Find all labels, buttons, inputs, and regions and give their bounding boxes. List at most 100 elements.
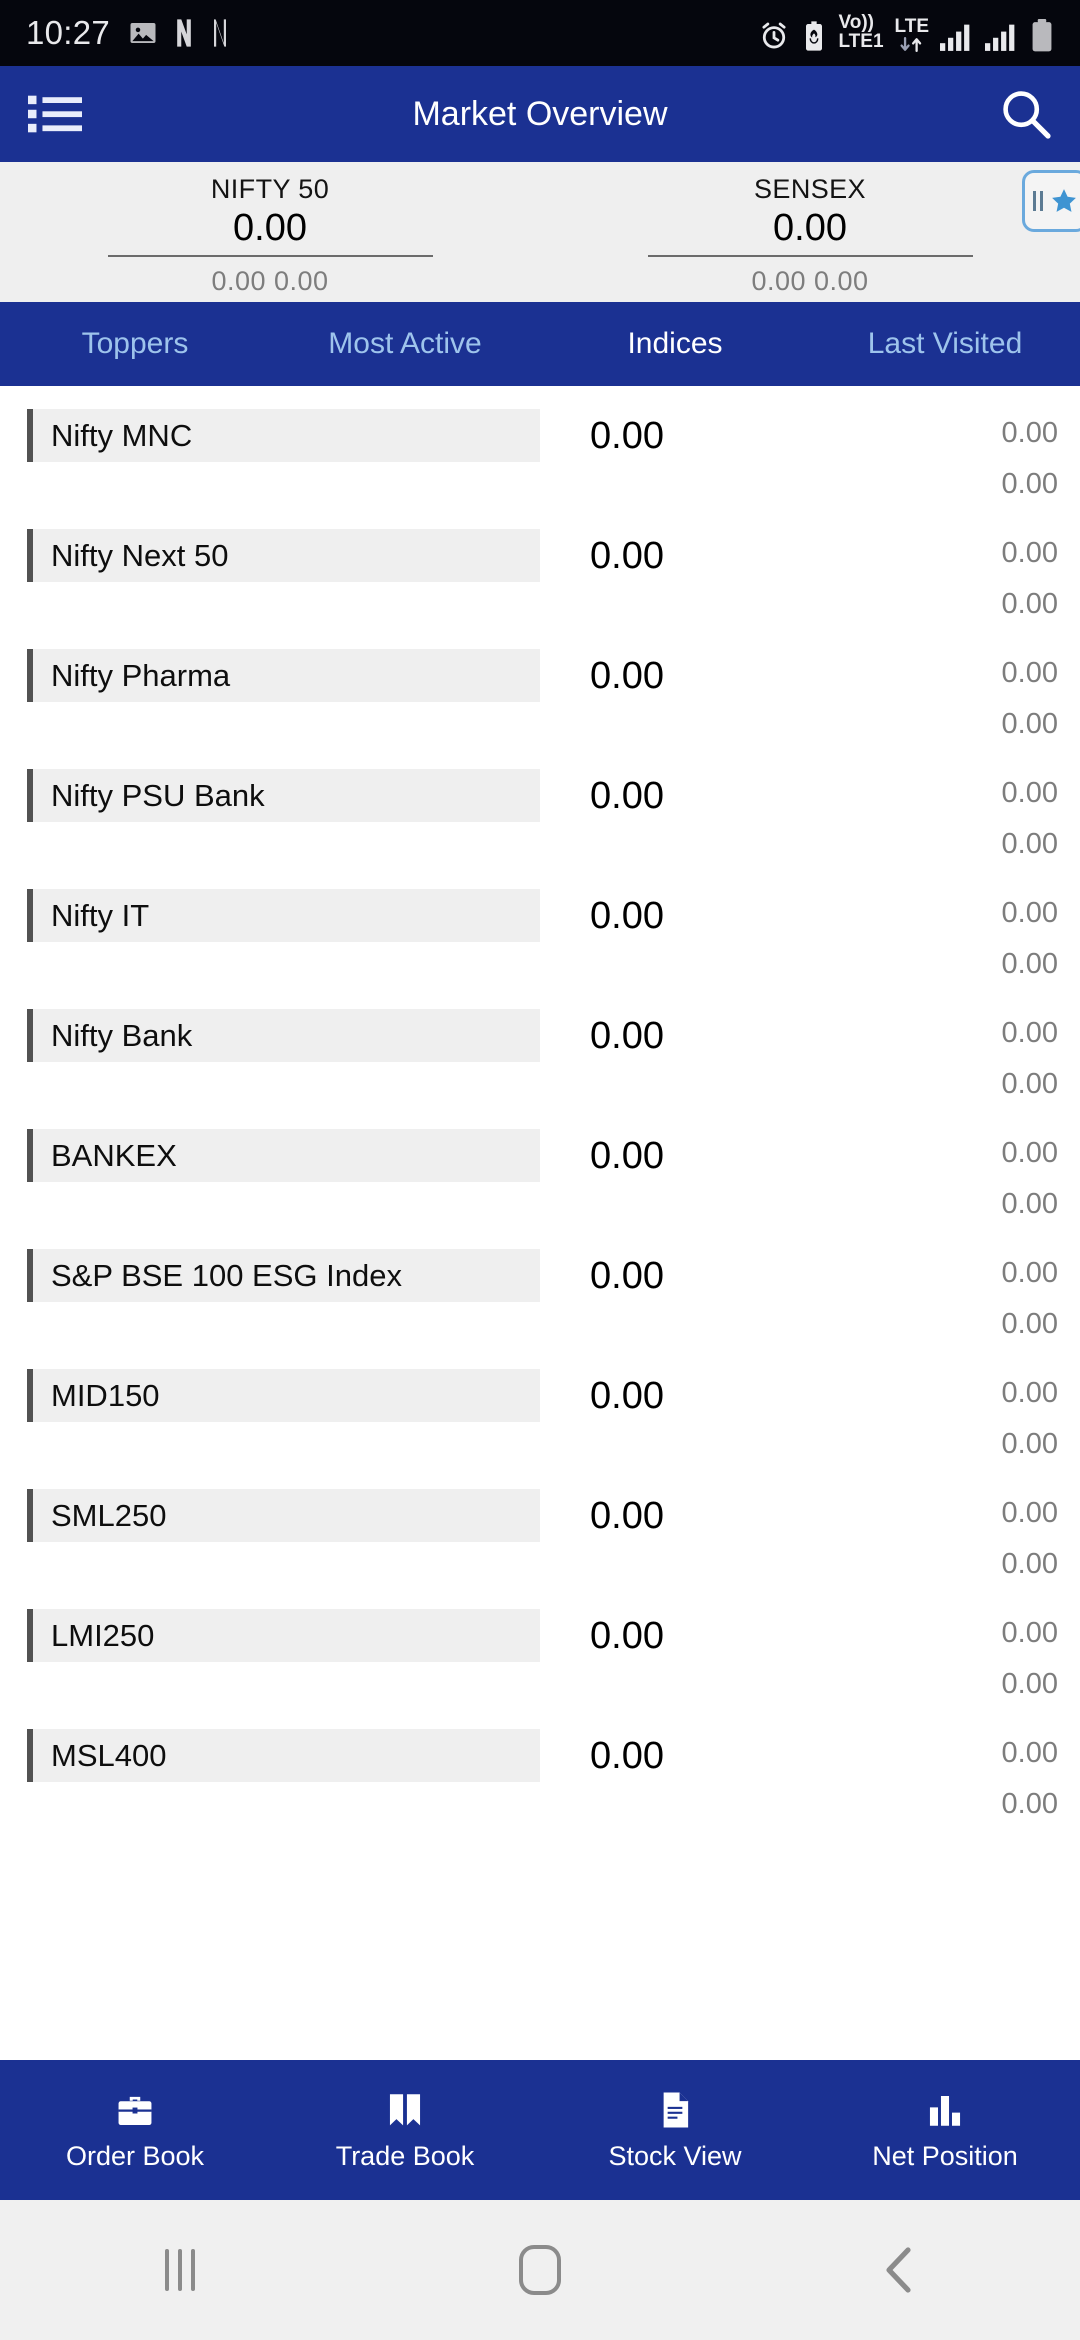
row-ltp: 0.00 <box>590 1735 664 1777</box>
table-row[interactable]: Nifty Bank 0.00 0.00 0.00 <box>0 1009 1080 1129</box>
index-label: LMI250 <box>51 1617 155 1653</box>
row-ltp: 0.00 <box>590 535 664 577</box>
index-label: Nifty Next 50 <box>51 537 229 573</box>
pause-icon <box>1032 191 1043 211</box>
signal-sim1-icon <box>940 22 974 52</box>
bottom-nav-stock-view[interactable]: Stock View <box>540 2089 810 2172</box>
row-change-abs: 0.00 <box>1001 1257 1058 1289</box>
row-change-pct: 0.00 <box>1001 708 1058 740</box>
index-label: BANKEX <box>51 1137 177 1173</box>
index-name: SENSEX <box>754 174 866 204</box>
status-bar-system-icons: Vo)) LTE1 LTE <box>758 14 1054 52</box>
table-row[interactable]: MSL400 0.00 0.00 0.00 <box>0 1729 1080 1849</box>
table-row[interactable]: SML250 0.00 0.00 0.00 <box>0 1489 1080 1609</box>
tab-bar: Toppers Most Active Indices Last Visited <box>0 302 1080 386</box>
table-row[interactable]: MID150 0.00 0.00 0.00 <box>0 1369 1080 1489</box>
home-button[interactable] <box>360 2245 720 2295</box>
row-name-pill: Nifty IT <box>27 889 540 942</box>
search-button[interactable] <box>1000 88 1052 140</box>
row-change-pct: 0.00 <box>1001 1548 1058 1580</box>
table-row[interactable]: Nifty MNC 0.00 0.00 0.00 <box>0 409 1080 529</box>
status-bar-notification-icons <box>128 18 230 48</box>
row-name-pill: MSL400 <box>27 1729 540 1782</box>
row-change-abs: 0.00 <box>1001 777 1058 809</box>
row-change-abs: 0.00 <box>1001 897 1058 929</box>
volte-bottom-label: LTE1 <box>838 31 884 52</box>
bottom-nav-label: Trade Book <box>335 2140 475 2171</box>
index-label: Nifty Pharma <box>51 657 231 693</box>
row-change-pct: 0.00 <box>1001 828 1058 860</box>
row-change-group: 0.00 0.00 <box>770 409 1080 511</box>
index-label: Nifty IT <box>51 897 150 933</box>
index-label: S&P BSE 100 ESG Index <box>51 1257 402 1293</box>
index-card-sensex[interactable]: SENSEX 0.00 0.00 0.00 <box>540 174 1080 302</box>
row-change-group: 0.00 0.00 <box>770 1489 1080 1591</box>
back-button[interactable] <box>720 2247 1080 2293</box>
tab-last-visited[interactable]: Last Visited <box>810 327 1080 361</box>
list-menu-icon <box>28 91 82 137</box>
row-change-pct: 0.00 <box>1001 1788 1058 1820</box>
table-row[interactable]: S&P BSE 100 ESG Index 0.00 0.00 0.00 <box>0 1249 1080 1369</box>
tab-toppers[interactable]: Toppers <box>0 327 270 361</box>
table-row[interactable]: Nifty Next 50 0.00 0.00 0.00 <box>0 529 1080 649</box>
bar-chart-icon <box>924 2089 966 2131</box>
row-change-group: 0.00 0.00 <box>770 1129 1080 1231</box>
star-icon <box>1050 187 1078 215</box>
row-change-group: 0.00 0.00 <box>770 889 1080 991</box>
row-change-pct: 0.00 <box>1001 1668 1058 1700</box>
row-change-abs: 0.00 <box>1001 1377 1058 1409</box>
bottom-nav-net-position[interactable]: Net Position <box>810 2089 1080 2172</box>
index-card-nifty50[interactable]: NIFTY 50 0.00 0.00 0.00 <box>0 174 540 302</box>
row-name-pill: Nifty Next 50 <box>27 529 540 582</box>
table-row[interactable]: LMI250 0.00 0.00 0.00 <box>0 1609 1080 1729</box>
app-bar: Market Overview <box>0 66 1080 162</box>
index-value: 0.00 <box>773 207 847 249</box>
back-icon <box>883 2247 917 2293</box>
lte-data-icon: LTE <box>895 17 929 52</box>
index-label: SML250 <box>51 1497 167 1533</box>
row-ltp: 0.00 <box>590 1135 664 1177</box>
table-row[interactable]: Nifty PSU Bank 0.00 0.00 0.00 <box>0 769 1080 889</box>
row-change-abs: 0.00 <box>1001 1017 1058 1049</box>
index-label: MID150 <box>51 1377 160 1413</box>
index-divider <box>107 255 433 257</box>
row-change-abs: 0.00 <box>1001 1497 1058 1529</box>
table-row[interactable]: Nifty Pharma 0.00 0.00 0.00 <box>0 649 1080 769</box>
favourites-toggle-button[interactable] <box>1022 170 1080 232</box>
row-change-group: 0.00 0.00 <box>770 1369 1080 1471</box>
row-change-pct: 0.00 <box>1001 1308 1058 1340</box>
table-row[interactable]: BANKEX 0.00 0.00 0.00 <box>0 1129 1080 1249</box>
index-summary-strip: NIFTY 50 0.00 0.00 0.00 SENSEX 0.00 0.00… <box>0 162 1080 302</box>
row-change-group: 0.00 0.00 <box>770 769 1080 871</box>
table-row[interactable]: Nifty IT 0.00 0.00 0.00 <box>0 889 1080 1009</box>
alarm-icon <box>758 20 790 52</box>
bottom-nav-trade-book[interactable]: Trade Book <box>270 2089 540 2172</box>
index-value: 0.00 <box>233 207 307 249</box>
row-name-pill: Nifty Bank <box>27 1009 540 1062</box>
indices-list[interactable]: Nifty MNC 0.00 0.00 0.00 Nifty Next 50 0… <box>0 386 1080 2060</box>
row-change-group: 0.00 0.00 <box>770 1729 1080 1831</box>
android-navigation-bar <box>0 2200 1080 2340</box>
index-label: Nifty Bank <box>51 1017 193 1053</box>
index-label: MSL400 <box>51 1737 167 1773</box>
row-name-pill: Nifty MNC <box>27 409 540 462</box>
bottom-navigation: Order Book Trade Book Stock View Net Pos… <box>0 2060 1080 2200</box>
bottom-nav-order-book[interactable]: Order Book <box>0 2089 270 2172</box>
row-name-pill: Nifty PSU Bank <box>27 769 540 822</box>
row-change-group: 0.00 0.00 <box>770 1609 1080 1711</box>
tab-most-active[interactable]: Most Active <box>270 327 540 361</box>
menu-button[interactable] <box>28 91 82 137</box>
image-icon <box>128 18 158 48</box>
row-change-group: 0.00 0.00 <box>770 649 1080 751</box>
row-ltp: 0.00 <box>590 1495 664 1537</box>
row-name-pill: LMI250 <box>27 1609 540 1662</box>
recents-button[interactable] <box>0 2249 360 2291</box>
open-book-icon <box>384 2089 426 2131</box>
recents-icon <box>165 2249 195 2291</box>
row-change-pct: 0.00 <box>1001 588 1058 620</box>
row-change-abs: 0.00 <box>1001 537 1058 569</box>
row-change-abs: 0.00 <box>1001 1737 1058 1769</box>
row-ltp: 0.00 <box>590 775 664 817</box>
tab-indices[interactable]: Indices <box>540 327 810 361</box>
row-name-pill: Nifty Pharma <box>27 649 540 702</box>
